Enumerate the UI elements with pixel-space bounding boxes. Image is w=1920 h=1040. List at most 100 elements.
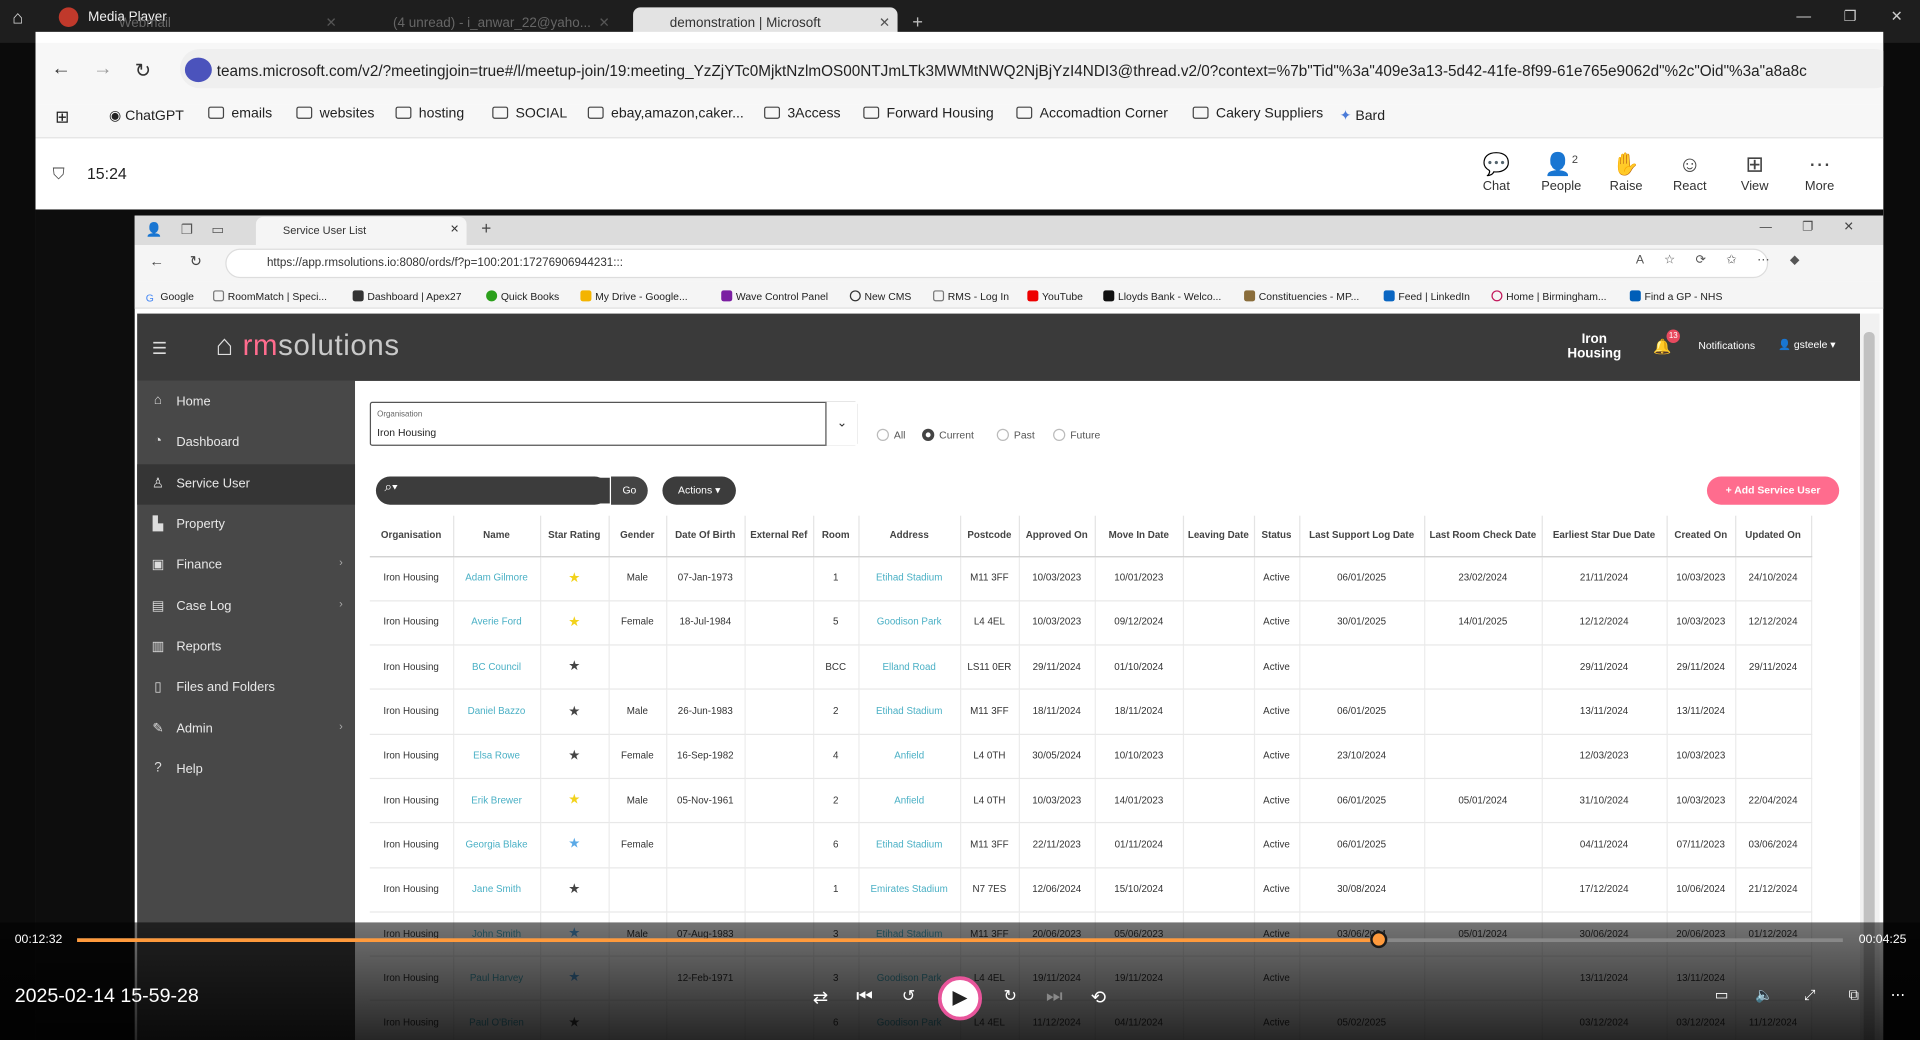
cell-name[interactable]: Jane Smith <box>453 867 541 913</box>
column-header[interactable]: Status <box>1253 515 1300 557</box>
sidebar-item-case-log[interactable]: ▤ Case Log › <box>137 587 355 627</box>
bookmark[interactable]: Wave Control Panel <box>721 290 828 303</box>
column-header[interactable]: Updated On <box>1735 515 1812 557</box>
apps-grid-icon[interactable]: ⊞ <box>55 107 69 128</box>
column-header[interactable]: Postcode <box>960 515 1020 557</box>
table-row[interactable]: Iron Housing BC Council ★ BCC Elland Road LS1… <box>369 645 1812 691</box>
radio-future[interactable]: Future <box>1053 428 1100 441</box>
bookmark-bard[interactable]: ✦ Bard <box>1340 107 1385 124</box>
shared-url-field[interactable]: https://app.rmsolutions.io:8080/ords/f?p… <box>225 248 1769 279</box>
previous-icon[interactable]: ⏮ <box>850 986 879 1007</box>
shuffle-icon[interactable]: ⇄ <box>806 986 835 1008</box>
table-row[interactable]: Iron Housing Elsa Rowe ★ Female 16-Sep-1982 4… <box>369 733 1812 780</box>
back-icon[interactable]: ← <box>149 252 164 269</box>
column-header[interactable]: External Ref <box>744 515 814 557</box>
bookmark[interactable]: Home | Birmingham... <box>1491 290 1607 303</box>
sidebar-item-home[interactable]: ⌂ Home <box>137 382 355 422</box>
view-button[interactable]: ⊞ View <box>1730 152 1779 194</box>
column-header[interactable]: Star Rating <box>540 515 610 557</box>
shared-tab-service-user-list[interactable]: Service User List ✕ <box>255 216 467 245</box>
forward-icon[interactable]: → <box>93 59 113 81</box>
column-header[interactable]: Last Room Check Date <box>1424 515 1543 557</box>
cell-name[interactable]: Georgia Blake <box>453 822 541 868</box>
column-header[interactable]: Organisation <box>369 515 454 557</box>
timeline-scrubber[interactable] <box>1369 930 1388 949</box>
bookmark-folder[interactable]: Forward Housing <box>863 106 994 121</box>
react-button[interactable]: ☺ React <box>1665 152 1714 194</box>
sidebar-item-files[interactable]: ▯ Files and Folders <box>137 668 355 708</box>
bookmark[interactable]: RoomMatch | Speci... <box>213 290 327 303</box>
user-menu[interactable]: 👤 gsteele ▾ <box>1778 338 1836 351</box>
radio-current[interactable]: Current <box>922 428 974 441</box>
column-header[interactable]: Approved On <box>1018 515 1096 557</box>
reload-icon[interactable]: ↻ <box>190 252 202 269</box>
bookmark-folder[interactable]: Cakery Suppliers <box>1192 106 1323 121</box>
bookmark[interactable]: Find a GP - NHS <box>1629 290 1722 303</box>
browser-profile-icons[interactable]: 👤 ❐ ▭ <box>146 222 224 238</box>
sidebar-item-property[interactable]: ▙ Property <box>137 505 355 545</box>
sidebar-item-finance[interactable]: ▣ Finance › <box>137 545 355 585</box>
sidebar-item-dashboard[interactable]: ◔ Dashboard <box>137 423 355 463</box>
table-row[interactable]: Iron Housing Jane Smith ★ 1 Emirates Stadium… <box>369 867 1812 913</box>
home-icon[interactable]: ⌂ <box>12 7 23 28</box>
cell-name[interactable]: Elsa Rowe <box>453 733 541 780</box>
cell-addr[interactable]: Etihad Stadium <box>858 689 961 735</box>
sidebar-item-admin[interactable]: ✎ Admin › <box>137 709 355 749</box>
cell-name[interactable]: Erik Brewer <box>453 778 541 824</box>
bookmark-folder[interactable]: websites <box>296 106 374 121</box>
column-header[interactable]: Earliest Star Due Date <box>1541 515 1668 557</box>
bookmark-folder[interactable]: Accomadtion Corner <box>1016 106 1168 121</box>
cell-addr[interactable]: Etihad Stadium <box>858 822 961 868</box>
app-logo[interactable]: ⌂ rmsolutions <box>216 330 400 364</box>
miniplayer-icon[interactable]: ⧉ <box>1839 986 1868 1004</box>
notifications-link[interactable]: Notifications <box>1698 339 1755 351</box>
people-button[interactable]: 👤2 People <box>1537 152 1586 194</box>
bookmark-folder[interactable]: 3Access <box>764 106 841 121</box>
chevron-down-icon[interactable]: ⌄ <box>825 401 858 446</box>
bookmark[interactable]: Quick Books <box>486 290 559 303</box>
cell-addr[interactable]: Elland Road <box>858 645 961 691</box>
table-row[interactable]: Iron Housing Georgia Blake ★ Female 6 Etihad … <box>369 822 1812 868</box>
cell-name[interactable]: BC Council <box>453 645 541 691</box>
table-row[interactable]: Iron Housing Averie Ford ★ Female 18-Jul-198… <box>369 600 1812 646</box>
play-button[interactable]: ▶ <box>937 976 983 1021</box>
sidebar-item-reports[interactable]: ▥ Reports <box>137 627 355 667</box>
table-row[interactable]: Iron Housing Erik Brewer ★ Male 05-Nov-1961 2… <box>369 778 1812 824</box>
column-header[interactable]: Room <box>813 515 859 557</box>
cell-name[interactable]: Daniel Bazzo <box>453 689 541 735</box>
search-icon[interactable]: ⌕▾ <box>384 480 397 496</box>
column-header[interactable]: Created On <box>1666 515 1736 557</box>
column-header[interactable]: Move In Date <box>1094 515 1184 557</box>
cell-addr[interactable]: Emirates Stadium <box>858 867 961 913</box>
skip-back-icon[interactable]: ↺ <box>894 986 923 1006</box>
column-header[interactable]: Name <box>453 515 541 557</box>
table-row[interactable]: Iron Housing Adam Gilmore ★ Male 07-Jan-1973… <box>369 556 1812 602</box>
reload-icon[interactable]: ↻ <box>135 59 151 83</box>
cell-addr[interactable]: Anfield <box>858 778 961 824</box>
shared-window-controls[interactable]: — ❐ ✕ <box>1760 220 1854 233</box>
sidebar-item-help[interactable]: ? Help <box>137 750 355 790</box>
bookmark[interactable]: YouTube <box>1027 290 1083 303</box>
cell-name[interactable]: Averie Ford <box>453 600 541 646</box>
bookmark[interactable]: RMS - Log In <box>933 290 1009 303</box>
raise-button[interactable]: ✋ Raise <box>1602 152 1651 194</box>
bookmark[interactable]: Lloyds Bank - Welco... <box>1103 290 1221 303</box>
skip-forward-icon[interactable]: ↻ <box>996 986 1025 1006</box>
table-row[interactable]: Iron Housing Daniel Bazzo ★ Male 26-Jun-1983… <box>369 689 1812 735</box>
go-button[interactable]: Go <box>611 476 648 505</box>
fullscreen-icon[interactable]: ⤢ <box>1795 986 1824 1004</box>
cell-addr[interactable]: Anfield <box>858 733 961 780</box>
back-icon[interactable]: ← <box>51 59 71 81</box>
new-tab-icon[interactable]: + <box>481 218 491 238</box>
bookmark-folder[interactable]: emails <box>208 106 272 121</box>
more-options-icon[interactable]: ⋯ <box>1883 986 1912 1003</box>
column-header[interactable]: Last Support Log Date <box>1299 515 1425 557</box>
host-url-text[interactable]: teams.microsoft.com/v2/?meetingjoin=true… <box>217 62 1807 79</box>
bookmark[interactable]: Feed | LinkedIn <box>1383 290 1470 303</box>
radio-past[interactable]: Past <box>996 428 1035 441</box>
repeat-icon[interactable]: ⟲ <box>1084 986 1113 1008</box>
bookmark-folder[interactable]: ebay,amazon,caker... <box>587 106 744 121</box>
cell-addr[interactable]: Etihad Stadium <box>858 556 961 602</box>
subtitles-icon[interactable]: ▭ <box>1707 986 1736 1003</box>
organisation-select[interactable] <box>369 401 858 446</box>
